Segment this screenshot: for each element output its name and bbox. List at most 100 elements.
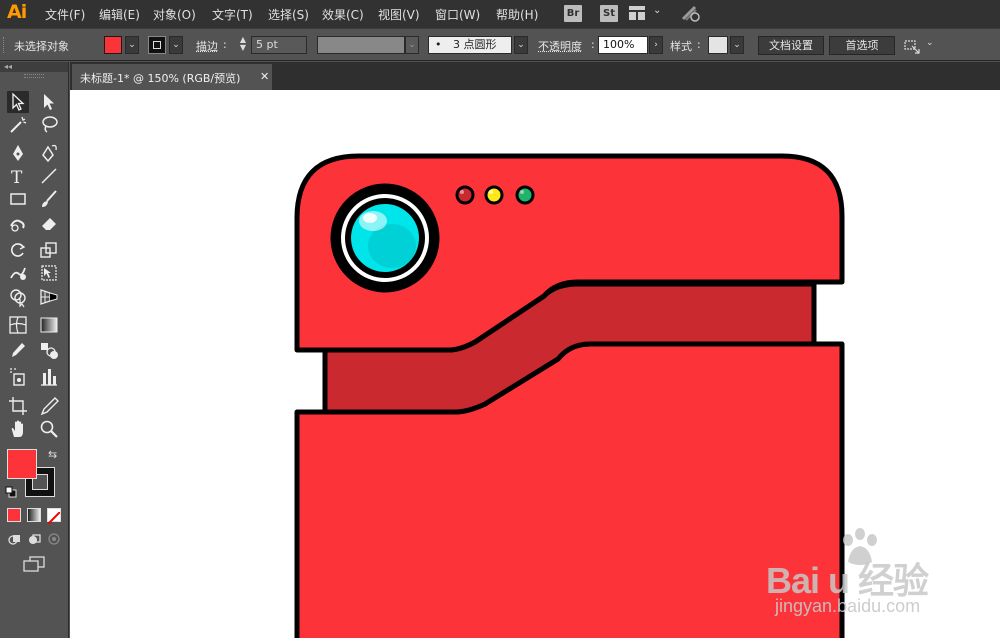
menu-view[interactable]: 视图(V) [378,6,420,23]
selection-tool[interactable] [7,91,29,113]
symbol-sprayer-tool[interactable] [7,366,29,388]
stroke-label-colon: : [223,38,227,51]
warp-tool[interactable] [7,262,29,284]
draw-normal-icon[interactable] [7,532,21,546]
zoom-magnifier-icon [40,420,58,438]
toolbox-collapse-icon[interactable]: ◂◂ [0,62,68,72]
watermark-url: jingyan.baidu.com [775,596,921,616]
free-transform-icon [41,265,57,281]
default-fill-stroke-icon[interactable] [5,486,17,498]
toolbox-grip[interactable] [24,74,44,78]
slice-tool[interactable] [38,395,60,417]
symbol-sprayer-icon [10,368,25,386]
line-segment-tool[interactable] [38,165,60,187]
eyedropper-tool[interactable] [7,339,29,361]
blend-icon [41,343,58,359]
hand-tool[interactable] [7,418,29,440]
rectangle-tool[interactable] [7,188,29,210]
bridge-button[interactable]: Br [564,5,582,22]
menu-edit[interactable]: 编辑(E) [99,6,140,23]
gradient-icon [40,317,58,333]
zoom-tool[interactable] [38,418,60,440]
workspace-chevron-icon[interactable]: ⌄ [653,5,661,16]
style-dropdown-icon[interactable]: ⌄ [730,36,744,54]
menu-bar: Ai 文件(F) 编辑(E) 对象(O) 文字(T) 选择(S) 效果(C) 视… [0,0,1000,28]
magic-wand-tool[interactable] [7,114,29,136]
variable-width-profile[interactable] [317,36,405,54]
stroke-swatch[interactable] [148,36,166,54]
brush-definition[interactable]: • 3 点圆形 [428,36,512,54]
menu-type[interactable]: 文字(T) [212,6,253,23]
color-mode-button[interactable] [7,508,21,522]
paintbrush-tool[interactable] [38,188,60,210]
fill-color-box[interactable] [7,449,37,479]
free-transform-tool[interactable] [38,262,60,284]
menu-help[interactable]: 帮助(H) [496,6,538,23]
status-led-green-shine [520,190,524,194]
status-led-red[interactable] [455,185,475,205]
menu-select[interactable]: 选择(S) [268,6,309,23]
graphic-style-swatch[interactable] [708,36,728,54]
screen-mode-icon[interactable] [22,556,46,572]
control-bar-grip[interactable] [3,37,7,53]
workspace-icon[interactable] [629,6,645,20]
status-led-green[interactable] [515,185,535,205]
mesh-tool[interactable] [7,314,29,336]
artboard-tool[interactable] [7,395,29,417]
direct-selection-tool[interactable] [38,91,60,113]
menu-file[interactable]: 文件(F) [45,6,85,23]
document-tab[interactable]: 未标题-1* @ 150% (RGB/预览) ✕ [72,64,272,90]
control-bar: 未选择对象 ⌄ ⌄ 描边 : ▲ ▼ 5 pt ⌄ • 3 点圆形 ⌄ 不透明度 … [0,28,1000,61]
profile-dropdown-icon[interactable]: ⌄ [405,36,419,54]
line-segment-icon [41,168,57,184]
pen-tool[interactable] [7,142,29,164]
eraser-tool[interactable] [38,212,60,234]
brush-label: 3 点圆形 [453,38,497,51]
column-graph-tool[interactable] [38,366,60,388]
close-tab-icon[interactable]: ✕ [260,70,269,83]
stroke-weight-stepper[interactable]: ▲ ▼ [236,36,250,54]
rotate-tool[interactable] [7,239,29,261]
blend-tool[interactable] [38,339,60,361]
transform-dropdown-icon[interactable]: ⌄ [926,38,934,48]
fill-swatch[interactable] [104,36,122,54]
lasso-tool[interactable] [38,114,60,136]
status-led-yellow[interactable] [484,185,504,205]
selection-arrow-icon [12,92,25,111]
type-tool[interactable]: T [7,165,29,187]
sync-settings-icon[interactable] [680,5,702,23]
lasso-icon [42,116,58,133]
draw-inside-icon[interactable] [47,532,61,546]
preferences-button[interactable]: 首选项 [829,36,895,55]
opacity-label-colon: : [591,38,595,51]
stroke-label[interactable]: 描边 [196,38,218,54]
opacity-label[interactable]: 不透明度 [538,38,582,54]
opacity-arrow-icon[interactable]: › [649,36,663,54]
fill-dropdown-icon[interactable]: ⌄ [125,36,139,54]
curvature-pen-icon [42,144,57,163]
none-mode-button[interactable] [47,508,61,525]
selection-status: 未选择对象 [14,40,69,53]
stroke-weight-input[interactable]: 5 pt [251,36,307,54]
brush-dropdown-icon[interactable]: ⌄ [514,36,528,54]
status-led-red-shine [460,190,464,194]
stock-button[interactable]: St [600,5,618,22]
transform-icon[interactable] [904,38,920,54]
curvature-tool[interactable] [38,142,60,164]
menu-effect[interactable]: 效果(C) [322,6,364,23]
pen-icon [13,145,23,161]
document-setup-button[interactable]: 文档设置 [758,36,824,55]
gradient-tool[interactable] [38,314,60,336]
shape-builder-tool[interactable] [7,286,29,308]
perspective-grid-tool[interactable] [38,286,60,308]
scale-tool[interactable] [38,239,60,261]
swap-fill-stroke-icon[interactable]: ⇆ [48,448,57,461]
gradient-mode-button[interactable] [27,508,41,522]
stroke-dropdown-icon[interactable]: ⌄ [169,36,183,54]
magic-wand-icon [10,116,27,133]
menu-object[interactable]: 对象(O) [153,6,196,23]
opacity-input[interactable]: 100% [598,36,648,54]
draw-behind-icon[interactable] [27,532,41,546]
menu-window[interactable]: 窗口(W) [435,6,480,23]
shaper-tool[interactable] [7,212,29,234]
